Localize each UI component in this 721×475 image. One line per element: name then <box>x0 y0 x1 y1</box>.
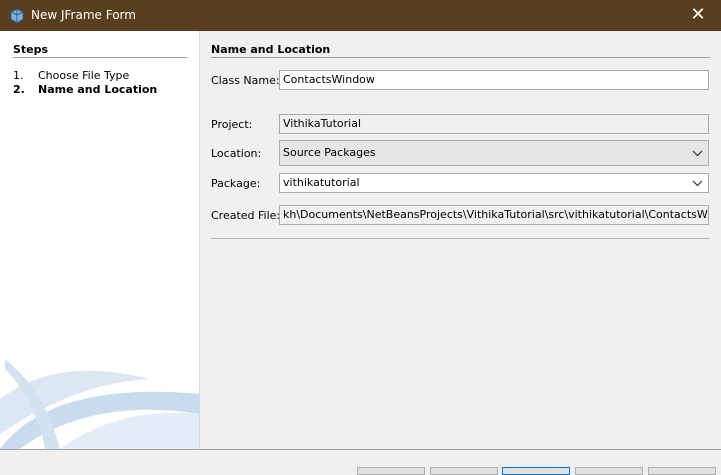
cancel-button[interactable] <box>575 467 643 475</box>
created-file-field: kh\Documents\NetBeansProjects\VithikaTut… <box>279 205 709 225</box>
step-number: 1. <box>13 69 24 82</box>
step-name-and-location: 2. Name and Location <box>13 83 157 96</box>
package-label: Package: <box>211 177 261 190</box>
back-button[interactable] <box>357 467 425 475</box>
panel-divider <box>211 57 710 58</box>
button-bar <box>0 449 721 475</box>
location-value: Source Packages <box>283 146 376 159</box>
created-file-label: Created File: <box>211 209 281 222</box>
step-choose-file-type: 1. Choose File Type <box>13 69 129 82</box>
next-button[interactable] <box>430 467 498 475</box>
class-name-input[interactable]: ContactsWindow <box>279 70 709 90</box>
class-name-label: Class Name: <box>211 74 280 87</box>
netbeans-swoosh-graphic <box>0 359 199 449</box>
panel-heading: Name and Location <box>211 43 331 56</box>
package-combo[interactable]: vithikatutorial <box>279 173 709 193</box>
steps-sidebar: Steps 1. Choose File Type 2. Name and Loca… <box>0 31 199 449</box>
location-label: Location: <box>211 147 262 160</box>
chevron-down-icon[interactable] <box>690 141 704 165</box>
project-field: VithikaTutorial <box>279 114 709 134</box>
chevron-down-icon[interactable] <box>690 174 704 192</box>
step-label: Name and Location <box>38 83 158 96</box>
help-button[interactable] <box>648 467 716 475</box>
java-cup-icon <box>10 8 24 24</box>
steps-heading: Steps <box>13 43 49 56</box>
form-separator <box>211 238 710 239</box>
location-select[interactable]: Source Packages <box>279 140 709 166</box>
project-label: Project: <box>211 118 253 131</box>
step-number: 2. <box>13 83 25 96</box>
title-bar: New JFrame Form ✕ <box>0 0 721 31</box>
step-label: Choose File Type <box>38 69 130 82</box>
steps-divider <box>13 57 187 58</box>
name-location-panel: Name and Location Class Name: ContactsWi… <box>200 31 721 449</box>
finish-button[interactable] <box>502 467 570 475</box>
package-value: vithikatutorial <box>283 176 360 189</box>
window-title: New JFrame Form <box>31 8 136 22</box>
close-button[interactable]: ✕ <box>675 0 721 31</box>
close-icon: ✕ <box>690 4 706 25</box>
